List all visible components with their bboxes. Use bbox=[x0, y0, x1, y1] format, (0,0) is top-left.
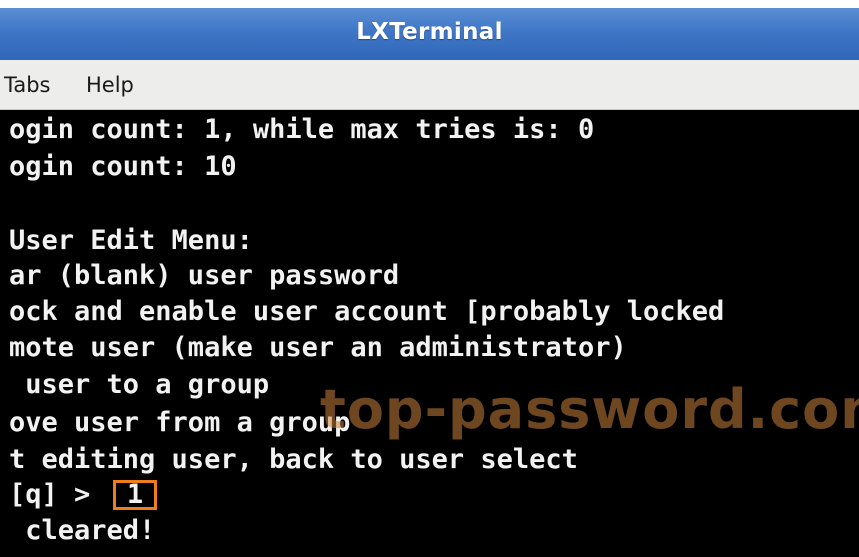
terminal-output[interactable]: ogin count: 1, while max tries is: 0 ogi… bbox=[0, 110, 859, 557]
window-title: LXTerminal bbox=[356, 19, 503, 45]
lxterminal-window: LXTerminal Tabs Help ogin count: 1, whil… bbox=[0, 0, 859, 557]
title-bar[interactable]: LXTerminal bbox=[0, 0, 859, 60]
watermark: top-password.com bbox=[320, 378, 859, 441]
menu-tabs[interactable]: Tabs bbox=[4, 73, 51, 97]
terminal-line: ock and enable user account [probably lo… bbox=[9, 296, 725, 327]
terminal-line: mote user (make user an administrator) bbox=[9, 332, 627, 363]
terminal-line: cleared! bbox=[9, 515, 156, 546]
terminal-line: User Edit Menu: bbox=[9, 225, 253, 256]
terminal-line: ove user from a group bbox=[9, 407, 351, 438]
menu-help[interactable]: Help bbox=[86, 73, 134, 97]
menu-choice-input[interactable]: 1 bbox=[113, 480, 157, 510]
terminal-line: t editing user, back to user select bbox=[9, 444, 578, 475]
terminal-line: ogin count: 10 bbox=[9, 151, 237, 182]
terminal-line: user to a group bbox=[9, 369, 270, 400]
terminal-line: ogin count: 1, while max tries is: 0 bbox=[9, 114, 595, 145]
terminal-line: ar (blank) user password bbox=[9, 260, 400, 291]
terminal-prompt: [q] > bbox=[9, 479, 107, 510]
menu-bar: Tabs Help bbox=[0, 60, 859, 110]
